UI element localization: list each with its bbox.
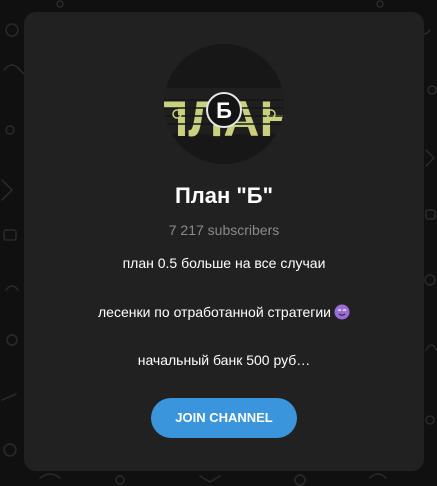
avatar-badge-letter: Б: [216, 98, 232, 123]
join-channel-button[interactable]: JOIN CHANNEL: [151, 398, 297, 438]
channel-avatar: ПЛАН Б: [164, 44, 284, 164]
description-line-3: начальный банк 500 руб…: [137, 352, 311, 368]
channel-preview-card: ПЛАН Б План "Б" 7 217 subscribers план 0…: [24, 12, 424, 471]
smiling-face-emoji-icon: [334, 304, 350, 320]
description-line-1: план 0.5 больше на все случаи: [122, 255, 326, 271]
channel-title: План "Б": [174, 183, 274, 208]
description-line-2: лесенки по отработанной стратегии: [24, 303, 424, 321]
subscriber-count: 7 217 subscribers: [168, 222, 280, 238]
